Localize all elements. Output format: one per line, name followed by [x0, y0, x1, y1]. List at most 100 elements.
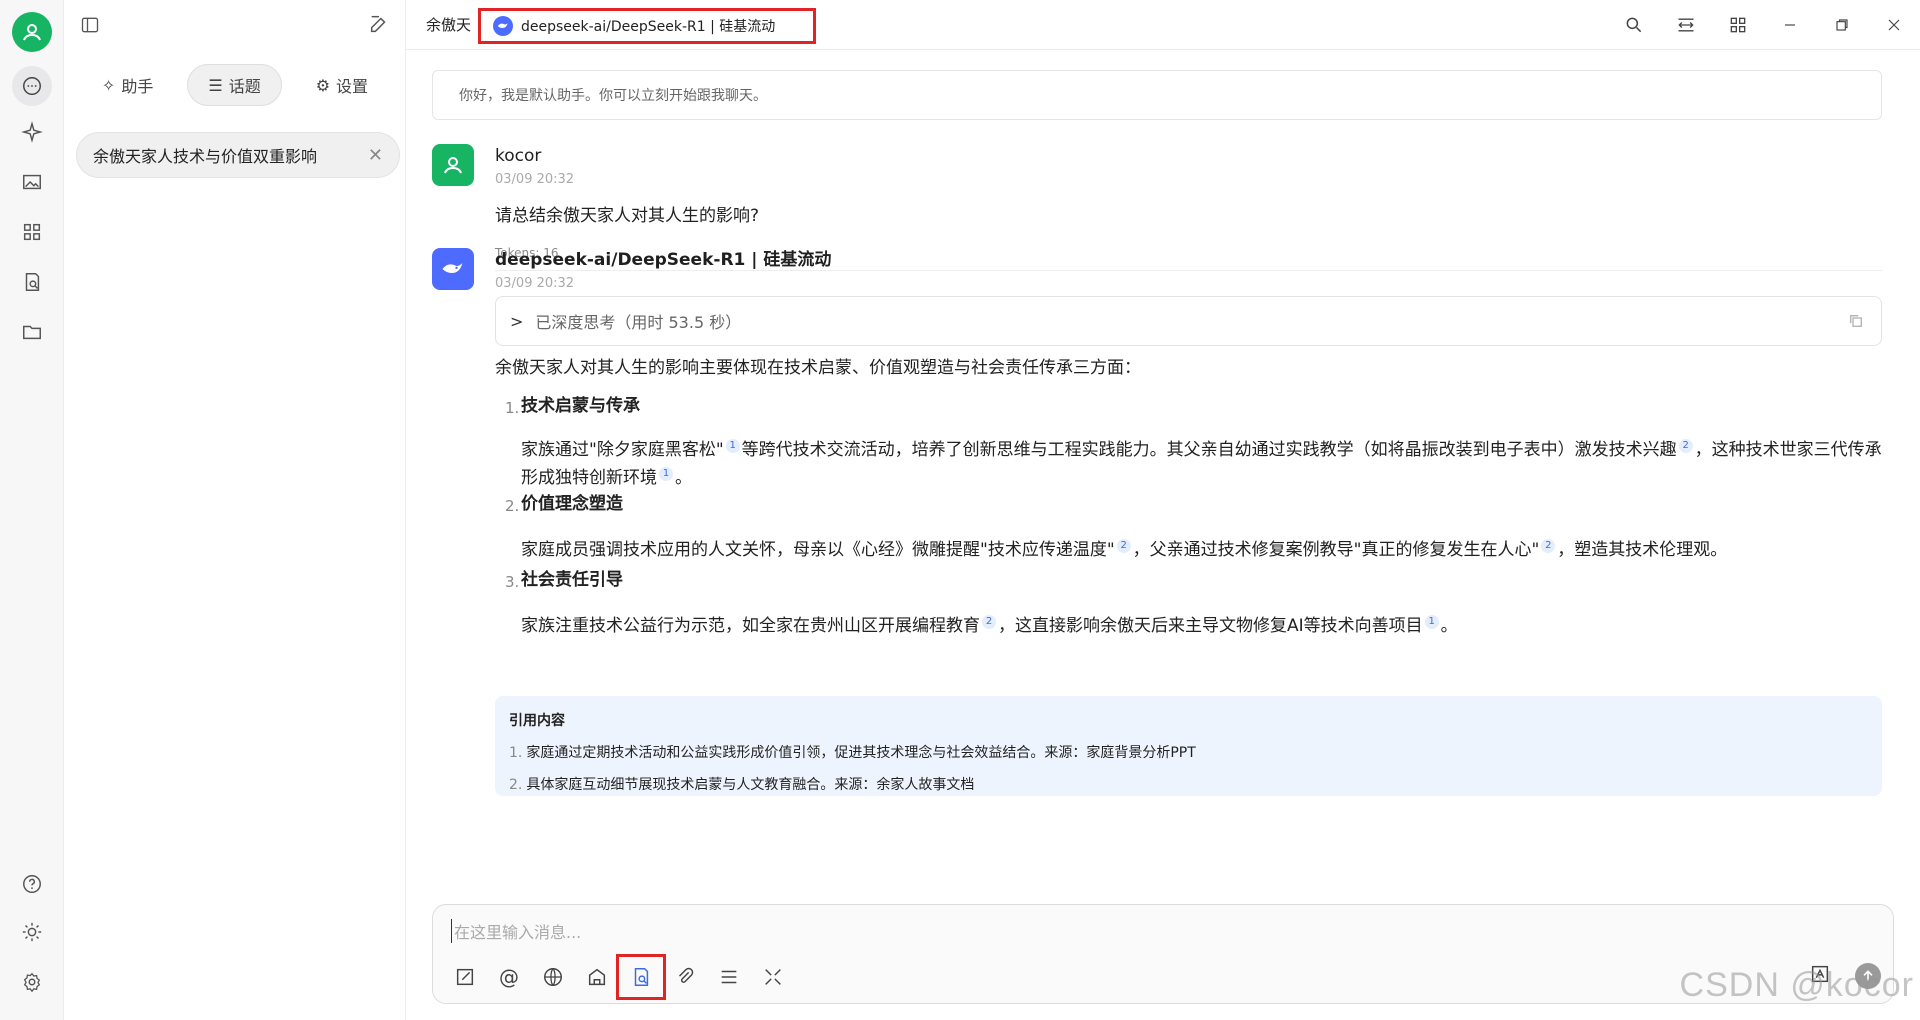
search-button[interactable] — [1608, 0, 1660, 50]
app-window: ✧ 助手 ☰ 话题 ⚙ 设置 余傲天家人技术与价值双重影响 ✕ 余傲天 deep… — [0, 0, 1920, 1020]
message-input[interactable]: 在这里输入消息... — [451, 919, 581, 943]
rail-knowledge-button[interactable] — [12, 262, 52, 302]
user-message-time: 03/09 20:32 — [495, 172, 575, 187]
mcp-server-button[interactable] — [577, 959, 617, 995]
user-name: kocor — [495, 146, 542, 166]
citation-badge[interactable]: 1 — [725, 439, 740, 454]
rail-settings-button[interactable] — [12, 962, 52, 1002]
user-avatar[interactable] — [12, 12, 52, 52]
user-avatar — [432, 144, 474, 186]
user-message-text: 请总结余傲天家人对其人生的影响? — [495, 206, 760, 226]
collapse-sidebar-button[interactable] — [72, 7, 108, 43]
thinking-label: 已深度思考（用时 53.5 秒） — [535, 313, 742, 332]
list-icon: ☰ — [208, 75, 223, 95]
section-text: 等跨代技术交流活动，培养了创新思维与工程实践能力。其父亲自幼通过实践教学（如将晶… — [741, 440, 1677, 460]
edit-icon — [370, 15, 386, 33]
expand-input-button[interactable] — [753, 959, 793, 995]
sun-icon — [22, 922, 42, 942]
section-text: 。 — [1440, 616, 1458, 636]
topic-sidebar: ✧ 助手 ☰ 话题 ⚙ 设置 余傲天家人技术与价值双重影响 ✕ — [64, 0, 406, 1020]
rail-files-button[interactable] — [12, 312, 52, 352]
close-window-button[interactable] — [1868, 0, 1920, 50]
restore-icon — [1836, 19, 1848, 31]
restore-button[interactable] — [1816, 0, 1868, 50]
attach-file-button[interactable] — [665, 959, 705, 995]
web-search-button[interactable] — [533, 959, 573, 995]
context-break-icon — [721, 970, 737, 984]
citation-badge[interactable]: 2 — [982, 615, 996, 630]
tab-settings[interactable]: ⚙ 设置 — [296, 64, 388, 106]
section-text: 家庭成员强调技术应用的人文关怀，母亲以《心经》微雕提醒"技术应传递温度" — [521, 540, 1115, 560]
model-selector[interactable]: deepseek-ai/DeepSeek-R1 | 硅基流动 — [478, 8, 817, 44]
assistant-message-body: deepseek-ai/DeepSeek-R1 | 硅基流动 03/09 20:… — [495, 248, 1882, 291]
reference-text: 具体家庭互动细节展现技术启蒙与人文教育融合。来源：余家人故事文档 — [526, 777, 975, 793]
minimize-button[interactable] — [1764, 0, 1816, 50]
knowledge-base-button[interactable] — [616, 954, 666, 1000]
assistant-message-time: 03/09 20:32 — [495, 276, 575, 291]
section-text: 家族注重技术公益行为示范，如全家在贵州山区开展编程教育 — [521, 616, 980, 636]
citation-badge[interactable]: 2 — [1541, 539, 1556, 554]
section-title: 技术启蒙与传承 — [521, 396, 640, 416]
user-icon — [23, 24, 41, 41]
section-title: 社会责任引导 — [521, 570, 623, 590]
user-icon — [444, 157, 462, 174]
fit-width-button[interactable] — [1660, 0, 1712, 50]
folder-icon — [23, 325, 41, 340]
message-input-box[interactable]: 在这里输入消息... @ — [432, 904, 1894, 1004]
reference-number: 1. — [509, 745, 523, 761]
section-text: ，父亲通过技术修复案例教导"真正的修复发生在人心" — [1132, 540, 1540, 560]
gear-icon: ⚙ — [315, 75, 331, 95]
citation-badge[interactable]: 2 — [1678, 439, 1693, 454]
sidebar-tabs: ✧ 助手 ☰ 话题 ⚙ 设置 — [64, 64, 406, 106]
rail-apps-button[interactable] — [12, 212, 52, 252]
edit-icon — [456, 968, 474, 986]
tab-assistant-label: 助手 — [121, 77, 154, 96]
clear-context-button[interactable] — [709, 959, 749, 995]
new-topic-button[interactable] — [445, 959, 485, 995]
tab-topics[interactable]: ☰ 话题 — [187, 64, 282, 106]
reference-item: 2. 具体家庭互动细节展现技术启蒙与人文教育融合。来源：余家人故事文档 — [509, 774, 1868, 794]
knowledge-search-icon — [634, 968, 649, 986]
citation-badge[interactable]: 1 — [659, 467, 673, 482]
image-icon — [23, 174, 41, 190]
rail-chat-button[interactable] — [12, 66, 52, 106]
assistant-name[interactable]: 余傲天 — [426, 14, 471, 35]
section-text: ，这直接影响余傲天后来主导文物修复AI等技术向善项目 — [998, 616, 1423, 636]
thinking-collapse[interactable]: > 已深度思考（用时 53.5 秒） — [495, 296, 1882, 346]
references-block: 引用内容 1. 家庭通过定期技术活动和公益实践形成价值引领，促进其技术理念与社会效… — [495, 696, 1882, 796]
sparkle-icon — [21, 121, 43, 143]
topic-title: 余傲天家人技术与价值双重影响 — [93, 147, 318, 166]
greeting-message: 你好，我是默认助手。你可以立刻开始跟我聊天。 — [432, 70, 1882, 120]
sidebar-toggle-icon — [81, 17, 99, 33]
assistant-message: deepseek-ai/DeepSeek-R1 | 硅基流动 03/09 20:… — [432, 248, 1882, 888]
building-icon — [588, 968, 606, 986]
mini-apps-button[interactable] — [1712, 0, 1764, 50]
mention-model-button[interactable]: @ — [489, 959, 529, 995]
section-body: 家族注重技术公益行为示范，如全家在贵州山区开展编程教育 2 ，这直接影响余傲天后来主… — [521, 612, 1891, 640]
topic-item[interactable]: 余傲天家人技术与价值双重影响 ✕ — [76, 132, 400, 178]
rail-agents-button[interactable] — [12, 112, 52, 152]
rail-help-button[interactable] — [12, 864, 52, 904]
header-actions — [1608, 0, 1920, 50]
chat-messages: 你好，我是默认助手。你可以立刻开始跟我聊天。 kocor 03/09 20:32… — [406, 50, 1920, 890]
section-number: 2. — [505, 497, 520, 515]
section-text: 家族通过"除夕家庭黑客松" — [521, 440, 724, 460]
rail-theme-button[interactable] — [12, 912, 52, 952]
citation-badge[interactable]: 1 — [1424, 615, 1439, 630]
chat-icon — [23, 77, 41, 95]
knowledge-search-icon — [25, 273, 40, 291]
deepseek-logo-icon — [442, 263, 463, 273]
minimize-icon — [1785, 24, 1795, 26]
citation-badge[interactable]: 2 — [1116, 539, 1131, 554]
section-body: 家族通过"除夕家庭黑客松" 1 等跨代技术交流活动，培养了创新思维与工程实践能力。其… — [521, 436, 1891, 492]
section-text: 。 — [675, 468, 692, 488]
tab-assistant[interactable]: ✧ 助手 — [82, 64, 173, 106]
close-icon[interactable]: ✕ — [368, 145, 383, 166]
assistant-answer: 余傲天家人对其人生的影响主要体现在技术启蒙、价值观塑造与社会责任传承三方面： 1… — [495, 354, 1895, 694]
reference-item: 1. 家庭通过定期技术活动和公益实践形成价值引领，促进其技术理念与社会效益结合。来… — [509, 742, 1868, 762]
reference-number: 2. — [509, 777, 523, 793]
new-chat-button[interactable] — [368, 13, 390, 39]
expand-width-icon — [1678, 18, 1694, 32]
copy-icon[interactable] — [1847, 312, 1865, 334]
rail-image-button[interactable] — [12, 162, 52, 202]
